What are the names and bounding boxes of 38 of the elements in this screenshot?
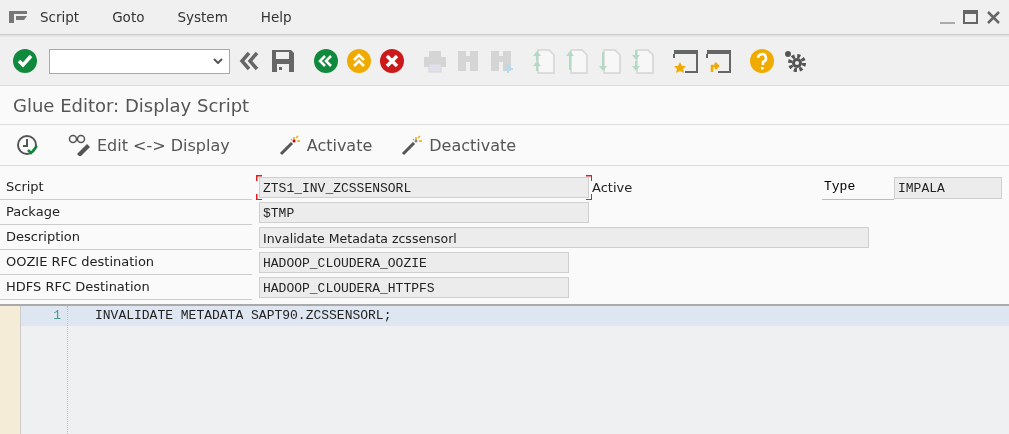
deactivate-button[interactable]: Deactivate: [396, 132, 521, 158]
magic-wand-icon: [277, 134, 302, 156]
menu-item[interactable]: Script: [40, 9, 80, 25]
input-field[interactable]: Invalidate Metadata zcssensorl: [259, 227, 869, 248]
input-field[interactable]: $TMP: [259, 202, 589, 223]
input-field[interactable]: ZTS1_INV_ZCSSENSORL: [259, 177, 589, 198]
back-icon[interactable]: [313, 48, 339, 74]
command-field[interactable]: [49, 48, 230, 74]
clock-check-icon: [16, 134, 40, 156]
window-arrow-icon[interactable]: [706, 48, 732, 74]
status-text: Active: [592, 180, 634, 195]
input-field[interactable]: IMPALA: [894, 176, 1002, 199]
field-label: HDFS RFC Destination: [0, 275, 252, 300]
dropdown-icon[interactable]: [213, 58, 223, 64]
check-icon[interactable]: [12, 48, 38, 74]
field-label: Script: [0, 175, 252, 200]
window-star-icon[interactable]: [673, 48, 699, 74]
input-field[interactable]: HADOOP_CLOUDERA_HTTPFS: [259, 277, 569, 298]
save-icon[interactable]: [270, 48, 296, 74]
field-label: OOZIE RFC destination: [0, 250, 252, 275]
toggle-button[interactable]: Edit <-> Display: [64, 132, 234, 158]
activate-button[interactable]: Activate: [273, 132, 377, 158]
code-editor[interactable]: 1 INVALIDATE METADATA SAPT90.ZCSSENSORL;: [0, 304, 1009, 434]
field-label: Package: [0, 200, 252, 225]
settings-icon[interactable]: [782, 48, 808, 74]
close-icon[interactable]: [986, 9, 1001, 25]
magic-wand-icon: [400, 134, 425, 156]
line-number: 1: [21, 306, 67, 326]
menu-item[interactable]: Goto: [112, 9, 145, 25]
menu-item[interactable]: Help: [260, 9, 292, 25]
window-title: Glue Editor: Display Script: [13, 94, 250, 116]
field-label: Description: [0, 225, 252, 250]
menu-item[interactable]: System: [177, 9, 228, 25]
input-field[interactable]: HADOOP_CLOUDERA_OOZIE: [259, 252, 569, 273]
cancel-icon[interactable]: [379, 48, 405, 74]
menu-icon[interactable]: [8, 10, 28, 24]
glasses-pencil-icon: [68, 134, 92, 156]
maximize-icon[interactable]: [963, 9, 978, 25]
